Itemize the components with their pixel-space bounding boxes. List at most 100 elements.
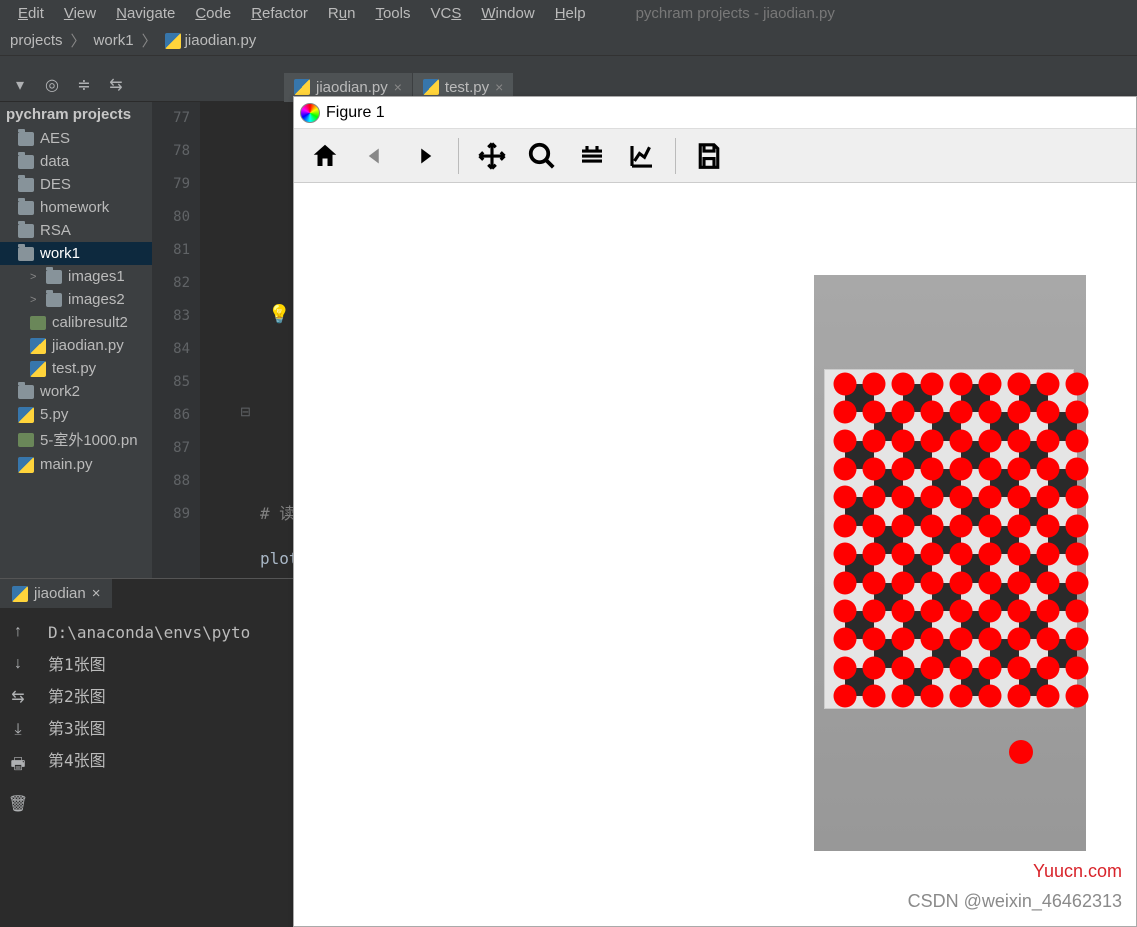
calibration-image (814, 275, 1086, 851)
tree-label: homework (40, 199, 109, 216)
image-file-icon (18, 433, 34, 447)
tree-label: work2 (40, 383, 80, 400)
folder-icon (18, 224, 34, 238)
checkerboard-paper (824, 369, 1074, 709)
tree-item[interactable]: calibresult2 (0, 311, 152, 334)
tree-item[interactable]: 5.py (0, 403, 152, 426)
subplots-icon[interactable] (571, 135, 613, 177)
code-comment: # 读 (260, 500, 295, 524)
python-file-icon (423, 79, 439, 95)
tree-item[interactable]: 5-室外1000.pn (0, 426, 152, 453)
close-icon[interactable]: × (394, 79, 402, 95)
python-file-icon (165, 33, 181, 49)
tree-label: main.py (40, 456, 93, 473)
line-number: 79 (152, 168, 190, 201)
axes-icon[interactable] (621, 135, 663, 177)
breadcrumb-item[interactable]: work1 (88, 30, 140, 51)
chevron-icon: > (30, 294, 40, 306)
folder-icon (18, 155, 34, 169)
chevron-right-icon: 〉 (140, 30, 159, 51)
folder-icon (18, 178, 34, 192)
run-toolbar: ↑ ↓ ⇆ ⤓ 🖶 🗑 (0, 615, 36, 814)
save-icon[interactable] (688, 135, 730, 177)
figure-title: Figure 1 (326, 104, 385, 122)
menu-view[interactable]: View (54, 3, 106, 24)
back-icon[interactable] (354, 135, 396, 177)
folder-icon (18, 247, 34, 261)
python-file-icon (30, 361, 46, 377)
project-title: pychram projects (0, 102, 152, 127)
folder-icon (46, 270, 62, 284)
project-chevron-icon[interactable]: ▾ (8, 73, 32, 97)
tree-item[interactable]: main.py (0, 453, 152, 476)
home-icon[interactable] (304, 135, 346, 177)
detected-corner-dot (1009, 740, 1033, 764)
matplotlib-icon (300, 103, 320, 123)
collapse-icon[interactable]: ≑ (72, 73, 96, 97)
python-file-icon (12, 586, 28, 602)
menu-window[interactable]: Window (471, 3, 544, 24)
line-number: 89 (152, 498, 190, 531)
line-number: 82 (152, 267, 190, 300)
tree-item[interactable]: DES (0, 173, 152, 196)
line-number: 81 (152, 234, 190, 267)
menu-edit[interactable]: Edit (8, 3, 54, 24)
folder-icon (18, 201, 34, 215)
tree-label: DES (40, 176, 71, 193)
tree-item[interactable]: >images2 (0, 288, 152, 311)
line-number: 85 (152, 366, 190, 399)
tree-item[interactable]: work1 (0, 242, 152, 265)
tree-item[interactable]: work2 (0, 380, 152, 403)
trash-icon[interactable]: 🗑 (8, 794, 28, 814)
scroll-icon[interactable]: ⤓ (14, 721, 21, 739)
down-arrow-icon[interactable]: ↓ (14, 655, 22, 673)
run-tab[interactable]: jiaodian × (0, 579, 112, 609)
breadcrumb: projects 〉 work1 〉 jiaodian.py (0, 26, 1137, 56)
menu-tools[interactable]: Tools (365, 3, 420, 24)
menu-refactor[interactable]: Refactor (241, 3, 318, 24)
figure-canvas[interactable]: Yuucn.com CSDN @weixin_46462313 (294, 183, 1136, 926)
zoom-icon[interactable] (521, 135, 563, 177)
tree-item[interactable]: RSA (0, 219, 152, 242)
tree-label: RSA (40, 222, 71, 239)
tree-label: jiaodian.py (52, 337, 124, 354)
menu-run[interactable]: Run (318, 3, 366, 24)
breadcrumb-item[interactable]: projects (4, 30, 69, 51)
target-icon[interactable]: ◎ (40, 73, 64, 97)
lightbulb-icon[interactable]: 💡 (268, 304, 290, 325)
figure-window[interactable]: Figure 1 (293, 96, 1137, 927)
tree-item[interactable]: test.py (0, 357, 152, 380)
separator (458, 138, 459, 174)
close-icon[interactable]: × (92, 585, 101, 602)
watermark: CSDN @weixin_46462313 (908, 891, 1122, 912)
close-icon[interactable]: × (495, 79, 503, 95)
menu-help[interactable]: Help (545, 3, 596, 24)
breadcrumb-item[interactable]: jiaodian.py (159, 30, 263, 51)
fold-icon[interactable]: ⊟ (240, 404, 251, 420)
python-file-icon (30, 338, 46, 354)
up-arrow-icon[interactable]: ↑ (14, 623, 22, 641)
menu-code[interactable]: Code (185, 3, 241, 24)
menu-vcs[interactable]: VCS (420, 3, 471, 24)
figure-titlebar[interactable]: Figure 1 (294, 97, 1136, 129)
tree-item[interactable]: AES (0, 127, 152, 150)
menu-navigate[interactable]: Navigate (106, 3, 185, 24)
tree-item[interactable]: jiaodian.py (0, 334, 152, 357)
tree-item[interactable]: data (0, 150, 152, 173)
tree-item[interactable]: > images1 (0, 265, 152, 288)
settings-icon[interactable]: ⇆ (104, 73, 128, 97)
breadcrumb-label: jiaodian.py (185, 32, 257, 49)
folder-icon (18, 132, 34, 146)
print-icon[interactable]: 🖶 (10, 753, 25, 780)
python-file-icon (18, 407, 34, 423)
line-number: 77 (152, 102, 190, 135)
wrap-icon[interactable]: ⇆ (11, 687, 24, 707)
line-number: 84 (152, 333, 190, 366)
tree-label: 5.py (40, 406, 68, 423)
separator (675, 138, 676, 174)
forward-icon[interactable] (404, 135, 446, 177)
pan-icon[interactable] (471, 135, 513, 177)
tree-item[interactable]: homework (0, 196, 152, 219)
chevron-icon: > (30, 271, 40, 283)
tree-label: images1 (68, 268, 125, 285)
